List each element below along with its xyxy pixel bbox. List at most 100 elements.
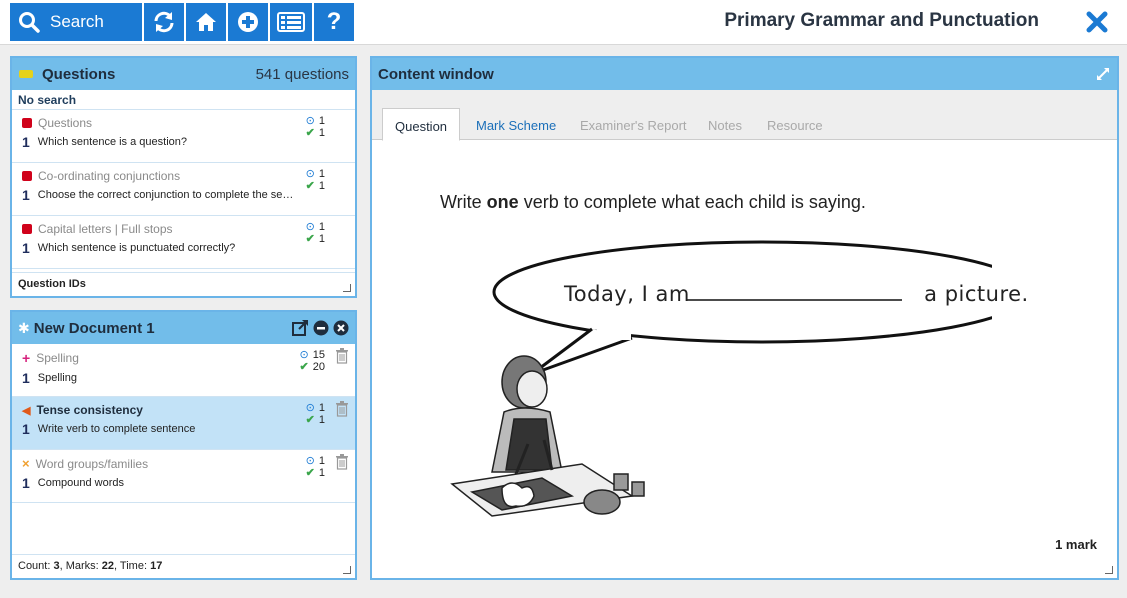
check-icon: ✔ bbox=[299, 361, 309, 373]
question-stats: ⊙ 1 ✔ 1 bbox=[306, 115, 325, 139]
question-text-bold: one bbox=[486, 192, 519, 212]
document-item-marks: 1 bbox=[318, 414, 325, 426]
question-text: Which sentence is punctuated correctly? bbox=[37, 242, 236, 254]
topic-marker-icon bbox=[22, 171, 32, 181]
questions-panel-title: Questions bbox=[42, 65, 116, 83]
count-label: Count: bbox=[18, 560, 54, 572]
document-item-marks: 20 bbox=[312, 361, 325, 373]
tab-bar: Question Mark Scheme Examiner's Report N… bbox=[372, 90, 1117, 141]
question-marks: 1 bbox=[318, 180, 325, 192]
document-panel: ✱ New Document 1 + Spelling 1 Spelling ⊙ 15… bbox=[10, 310, 357, 580]
document-title: New Document 1 bbox=[33, 319, 155, 337]
question-topic: Questions bbox=[38, 116, 93, 130]
document-topic: Word groups/families bbox=[35, 456, 149, 471]
resize-handle-icon[interactable] bbox=[343, 566, 351, 574]
list-button[interactable] bbox=[270, 3, 312, 41]
trash-icon[interactable] bbox=[335, 401, 349, 417]
question-count: 541 questions bbox=[255, 65, 349, 83]
search-state: No search bbox=[12, 90, 355, 110]
star-icon: ✱ bbox=[18, 319, 30, 336]
search-button[interactable]: Search bbox=[10, 3, 142, 41]
clock-icon: ⊙ bbox=[305, 455, 315, 467]
document-item-stats: ⊙ 1 ✔ 1 bbox=[306, 402, 325, 426]
questions-panel: Questions 541 questions No search Questi… bbox=[10, 56, 357, 298]
content-window: Content window Question Mark Scheme Exam… bbox=[370, 56, 1119, 580]
close-icon bbox=[1086, 11, 1108, 33]
search-button-label: Search bbox=[50, 12, 104, 31]
question-ids-footer[interactable]: Question IDs bbox=[12, 272, 355, 296]
question-number: 1 bbox=[22, 240, 30, 256]
check-icon: ✔ bbox=[305, 127, 315, 139]
question-text: Choose the correct conjunction to comple… bbox=[37, 189, 294, 201]
document-item-text: Compound words bbox=[37, 477, 125, 489]
check-icon: ✔ bbox=[305, 414, 315, 426]
speech-bubble-illustration bbox=[450, 240, 992, 517]
question-topic: Co-ordinating conjunctions bbox=[38, 169, 181, 183]
check-icon: ✔ bbox=[305, 233, 315, 245]
trash-icon[interactable] bbox=[335, 454, 349, 470]
clock-icon: ⊙ bbox=[305, 221, 315, 233]
document-item-time: 15 bbox=[312, 349, 325, 361]
question-time: 1 bbox=[318, 115, 325, 127]
tab-examiners-report[interactable]: Examiner's Report bbox=[568, 108, 699, 141]
document-item-text: Spelling bbox=[37, 372, 77, 384]
child-drawing-image bbox=[450, 355, 645, 517]
help-button[interactable]: ? bbox=[314, 3, 354, 41]
question-marks: 1 bbox=[318, 233, 325, 245]
app-title: Primary Grammar and Punctuation bbox=[724, 10, 1039, 31]
trash-icon[interactable] bbox=[335, 348, 349, 364]
clock-icon: ⊙ bbox=[305, 168, 315, 180]
tab-question[interactable]: Question bbox=[382, 108, 461, 141]
question-text-pre: Write bbox=[440, 192, 487, 212]
top-toolbar: Search ? Primary Grammar and Punctuation bbox=[0, 0, 1127, 45]
document-summary-footer: Count: 3, Marks: 22, Time: 17 bbox=[12, 554, 355, 578]
home-button[interactable] bbox=[186, 3, 226, 41]
question-stats: ⊙ 1 ✔ 1 bbox=[306, 221, 325, 245]
list-icon bbox=[277, 12, 305, 32]
document-topic: Spelling bbox=[36, 351, 79, 365]
help-icon: ? bbox=[326, 8, 342, 35]
document-item-number: 1 bbox=[22, 475, 30, 491]
expand-icon[interactable] bbox=[1095, 66, 1111, 82]
minus-circle-icon[interactable] bbox=[313, 320, 329, 336]
open-external-icon[interactable] bbox=[291, 319, 309, 337]
question-stats: ⊙ 1 ✔ 1 bbox=[306, 168, 325, 192]
time-label: , Time: bbox=[114, 560, 151, 572]
triangle-left-icon: ◀ bbox=[22, 404, 31, 417]
document-item-stats: ⊙ 15 ✔ 20 bbox=[300, 349, 325, 373]
document-item-number: 1 bbox=[22, 421, 30, 437]
document-item[interactable]: + Spelling 1 Spelling ⊙ 15 ✔ 20 bbox=[12, 344, 355, 397]
question-text: Write one verb to complete what each chi… bbox=[440, 192, 866, 213]
document-item-time: 1 bbox=[318, 402, 325, 414]
document-item-selected[interactable]: ◀ Tense consistency 1 Write verb to comple… bbox=[12, 397, 355, 450]
question-item[interactable]: Capital letters | Full stops 1 Which sent… bbox=[12, 216, 355, 269]
topic-marker-icon bbox=[22, 118, 32, 128]
add-button[interactable] bbox=[228, 3, 268, 41]
tab-notes[interactable]: Notes bbox=[696, 108, 754, 141]
question-item[interactable]: Co-ordinating conjunctions 1 Choose the c… bbox=[12, 163, 355, 216]
resize-handle-icon[interactable] bbox=[1105, 566, 1113, 574]
resize-handle-icon[interactable] bbox=[343, 284, 351, 292]
marks-label: , Marks: bbox=[59, 560, 102, 572]
close-button[interactable] bbox=[1083, 8, 1111, 36]
close-circle-icon[interactable] bbox=[333, 320, 349, 336]
search-icon bbox=[19, 12, 40, 33]
document-topic: Tense consistency bbox=[36, 403, 143, 417]
document-item-stats: ⊙ 1 ✔ 1 bbox=[306, 455, 325, 479]
add-icon bbox=[238, 12, 258, 32]
clock-icon: ⊙ bbox=[305, 115, 315, 127]
question-time: 1 bbox=[318, 168, 325, 180]
speech-sentence: Today, I am a picture. bbox=[564, 282, 1029, 306]
document-item[interactable]: × Word groups/families 1 Compound words ⊙ 1… bbox=[12, 450, 355, 503]
clock-icon: ⊙ bbox=[299, 349, 309, 361]
tab-mark-scheme[interactable]: Mark Scheme bbox=[464, 108, 568, 141]
home-icon bbox=[196, 13, 216, 31]
check-icon: ✔ bbox=[305, 180, 315, 192]
time-value: 17 bbox=[150, 560, 163, 572]
refresh-button[interactable] bbox=[144, 3, 184, 41]
question-item[interactable]: Questions 1 Which sentence is a question?… bbox=[12, 110, 355, 163]
refresh-icon bbox=[154, 11, 174, 33]
cross-icon: × bbox=[22, 456, 30, 471]
tab-resource[interactable]: Resource bbox=[755, 108, 835, 141]
document-item-text: Write verb to complete sentence bbox=[37, 423, 196, 435]
